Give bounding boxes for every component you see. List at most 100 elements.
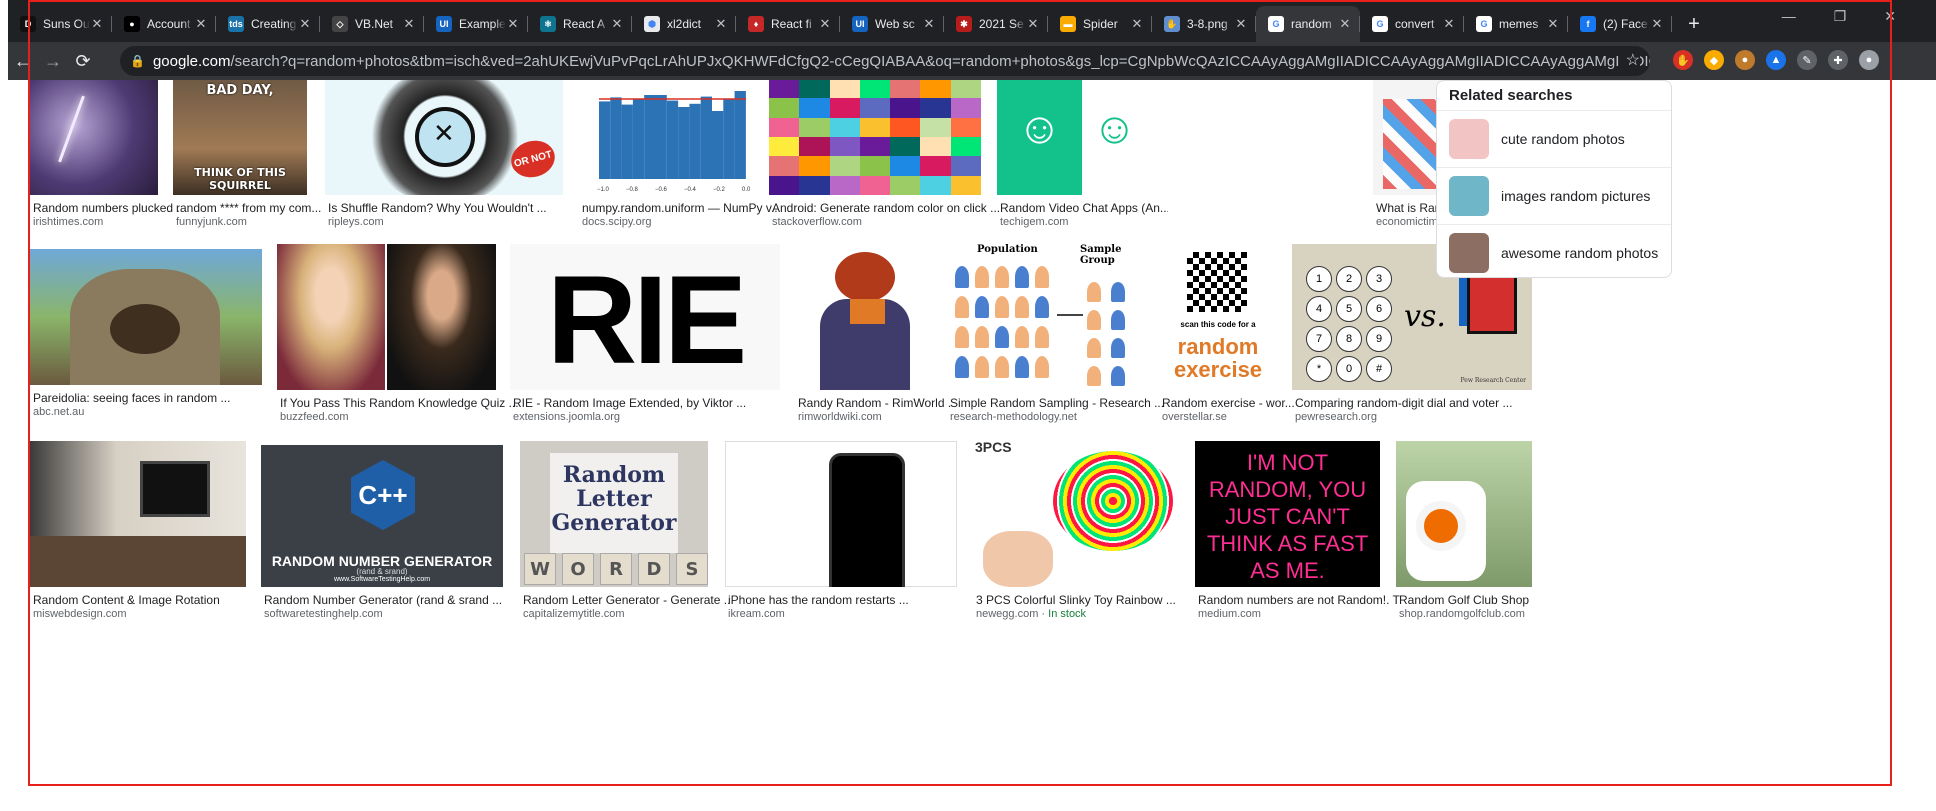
minimize-button[interactable]: — <box>1782 8 1796 25</box>
shield-ext-icon[interactable]: ◆ <box>1704 50 1724 70</box>
result-thumbnail[interactable]: BAD DAY, THINK OF THIS SQUIRREL <box>173 80 307 195</box>
result-tile[interactable]: −1.0 −0.8 −0.6 −0.4 −0.2 0.0 numpy.random.unif… <box>579 80 777 235</box>
puzzle-ext-icon[interactable]: ✚ <box>1828 50 1848 70</box>
tab-6[interactable]: ⬢ xl2dict ✕ <box>632 6 736 42</box>
close-icon[interactable]: ✕ <box>714 16 728 32</box>
result-tile[interactable]: C++ RANDOM NUMBER GENERATOR (rand & srand)… <box>261 445 503 627</box>
result-caption[interactable]: Simple Random Sampling - Research ... <box>950 396 1167 410</box>
close-icon[interactable]: ✕ <box>1650 16 1664 32</box>
result-tile[interactable]: Random Content & Image Rotation miswebdes… <box>30 441 246 627</box>
tab-8[interactable]: UI Web sc ✕ <box>840 6 944 42</box>
tab-11[interactable]: ✋ 3-8.png ✕ <box>1152 6 1256 42</box>
result-tile[interactable]: iPhone has the random restarts ... ikream… <box>725 441 957 627</box>
result-tile[interactable]: Random Golf Club Shop shop.randomgolfclub… <box>1396 441 1532 627</box>
result-caption[interactable]: iPhone has the random restarts ... <box>728 593 980 607</box>
tab-7[interactable]: ♦ React fi ✕ <box>736 6 840 42</box>
tab-4[interactable]: UI Example ✕ <box>424 6 528 42</box>
result-thumbnail[interactable]: ☺ ☺ <box>997 80 1145 195</box>
pen-ext-icon[interactable]: ✎ <box>1797 50 1817 70</box>
tab-12[interactable]: Grandom ✕ <box>1256 6 1360 42</box>
result-thumbnail[interactable]: scan this code for a random exercise <box>1159 244 1277 390</box>
result-caption[interactable]: Pareidolia: seeing faces in random ... <box>33 391 285 405</box>
result-caption[interactable]: numpy.random.uniform — NumPy v... <box>582 201 777 215</box>
result-caption[interactable]: Random numbers are not Random!. T ... <box>1198 593 1403 607</box>
result-tile[interactable]: Pareidolia: seeing faces in random ... ab… <box>30 249 262 425</box>
result-thumbnail[interactable] <box>769 80 981 195</box>
tab-3[interactable]: ◇ VB.Net ✕ <box>320 6 424 42</box>
result-thumbnail[interactable]: C++ RANDOM NUMBER GENERATOR (rand & srand)… <box>261 445 503 587</box>
result-tile[interactable]: Random Letter Generator W O R D S Random Letter … <box>520 441 731 627</box>
result-tile[interactable]: Randy Random - RimWorld ... rimworldwiki.… <box>795 244 952 430</box>
back-button[interactable]: ← <box>8 51 38 72</box>
result-thumbnail[interactable] <box>1396 441 1532 587</box>
related-search-item[interactable]: cute random photos <box>1437 110 1671 167</box>
tab-0[interactable]: D Suns Ou ✕ <box>8 6 112 42</box>
result-tile[interactable]: Random numbers plucked ... irishtimes.com <box>30 80 181 235</box>
result-caption[interactable]: Random Video Chat Apps (An... <box>1000 201 1168 215</box>
result-tile[interactable]: scan this code for a random exercise Random… <box>1159 244 1295 430</box>
result-caption[interactable]: Comparing random-digit dial and voter ..… <box>1295 396 1555 410</box>
close-icon[interactable]: ✕ <box>1130 16 1144 32</box>
tab-15[interactable]: f (2) Face ✕ <box>1568 6 1672 42</box>
forward-button[interactable]: → <box>38 51 68 72</box>
close-icon[interactable]: ✕ <box>1234 16 1248 32</box>
result-caption[interactable]: Random Golf Club Shop <box>1399 593 1555 607</box>
result-caption[interactable]: Random numbers plucked ... <box>33 201 181 215</box>
result-thumbnail[interactable] <box>725 441 957 587</box>
result-caption[interactable]: Random Content & Image Rotation <box>33 593 269 607</box>
close-icon[interactable]: ✕ <box>1338 16 1352 32</box>
cookie-ext-icon[interactable]: ● <box>1735 50 1755 70</box>
new-tab-button[interactable]: + <box>1678 13 1710 36</box>
close-icon[interactable]: ✕ <box>922 16 936 32</box>
result-thumbnail[interactable]: 3PCS <box>973 441 1179 587</box>
tab-10[interactable]: ▬ Spider ✕ <box>1048 6 1152 42</box>
tab-9[interactable]: ✱ 2021 Se ✕ <box>944 6 1048 42</box>
related-search-item[interactable]: awesome random photos <box>1437 224 1671 281</box>
result-thumbnail[interactable] <box>795 244 929 390</box>
result-tile[interactable]: If You Pass This Random Knowledge Quiz .… <box>277 244 519 430</box>
result-thumbnail[interactable]: RIE <box>510 244 780 390</box>
result-caption[interactable]: Random Letter Generator - Generate ... <box>523 593 731 607</box>
restore-button[interactable]: ❐ <box>1834 8 1847 25</box>
hand-ext-icon[interactable]: ✋ <box>1673 50 1693 70</box>
close-icon[interactable]: ✕ <box>1442 16 1456 32</box>
reload-button[interactable]: ⟳ <box>68 51 98 72</box>
related-search-item[interactable]: images random pictures <box>1437 167 1671 224</box>
result-tile[interactable]: Population Sample Group Simple Random Samp… <box>947 244 1164 430</box>
result-caption[interactable]: If You Pass This Random Knowledge Quiz .… <box>280 396 519 410</box>
tab-1[interactable]: ● Account ✕ <box>112 6 216 42</box>
result-thumbnail[interactable] <box>30 441 246 587</box>
close-icon[interactable]: ✕ <box>610 16 624 32</box>
result-caption[interactable]: Randy Random - RimWorld ... <box>798 396 952 410</box>
result-thumbnail[interactable] <box>30 80 158 195</box>
close-icon[interactable]: ✕ <box>1026 16 1040 32</box>
result-thumbnail[interactable]: −1.0 −0.8 −0.6 −0.4 −0.2 0.0 <box>579 80 754 195</box>
result-tile[interactable]: BAD DAY, THINK OF THIS SQUIRREL random ***… <box>173 80 321 235</box>
result-thumbnail[interactable]: I'M NOT RANDOM, YOU JUST CAN'T THINK AS … <box>1195 441 1380 587</box>
result-tile[interactable]: RIE RIE - Random Image Extended, by Vikto… <box>510 244 780 430</box>
close-window-button[interactable]: ✕ <box>1884 8 1896 25</box>
result-caption[interactable]: Android: Generate random color on click … <box>772 201 1004 215</box>
result-caption[interactable]: Is Shuffle Random? Why You Wouldn't ... <box>328 201 586 215</box>
close-icon[interactable]: ✕ <box>818 16 832 32</box>
result-caption[interactable]: Random exercise - wor... <box>1162 396 1300 410</box>
profile-avatar-icon[interactable]: ● <box>1859 50 1879 70</box>
result-tile[interactable]: ☺ ☺ Random Video Chat Apps (An... techigem.… <box>997 80 1168 235</box>
result-tile[interactable]: I'M NOT RANDOM, YOU JUST CAN'T THINK AS … <box>1195 441 1403 627</box>
result-caption[interactable]: 3 PCS Colorful Slinky Toy Rainbow ... <box>976 593 1202 607</box>
result-thumbnail[interactable] <box>30 249 262 385</box>
result-thumbnail[interactable]: Population Sample Group <box>947 244 1144 390</box>
tab-14[interactable]: Gmemes ✕ <box>1464 6 1568 42</box>
result-tile[interactable]: ✕ OR NOT Is Shuffle Random? Why You Wouldn… <box>325 80 563 235</box>
result-caption[interactable]: random **** from my com... <box>176 201 330 215</box>
bookmark-star-icon[interactable]: ☆ <box>1619 50 1640 70</box>
close-icon[interactable]: ✕ <box>90 16 104 32</box>
result-caption[interactable]: RIE - Random Image Extended, by Viktor .… <box>513 396 803 410</box>
close-icon[interactable]: ✕ <box>506 16 520 32</box>
close-icon[interactable]: ✕ <box>194 16 208 32</box>
result-tile[interactable]: Android: Generate random color on click … <box>769 80 1000 235</box>
close-icon[interactable]: ✕ <box>1546 16 1560 32</box>
address-bar[interactable]: 🔒 google.com/search?q=random+photos&tbm=… <box>120 46 1650 76</box>
tab-2[interactable]: tds Creating ✕ <box>216 6 320 42</box>
result-thumbnail[interactable] <box>277 244 496 390</box>
